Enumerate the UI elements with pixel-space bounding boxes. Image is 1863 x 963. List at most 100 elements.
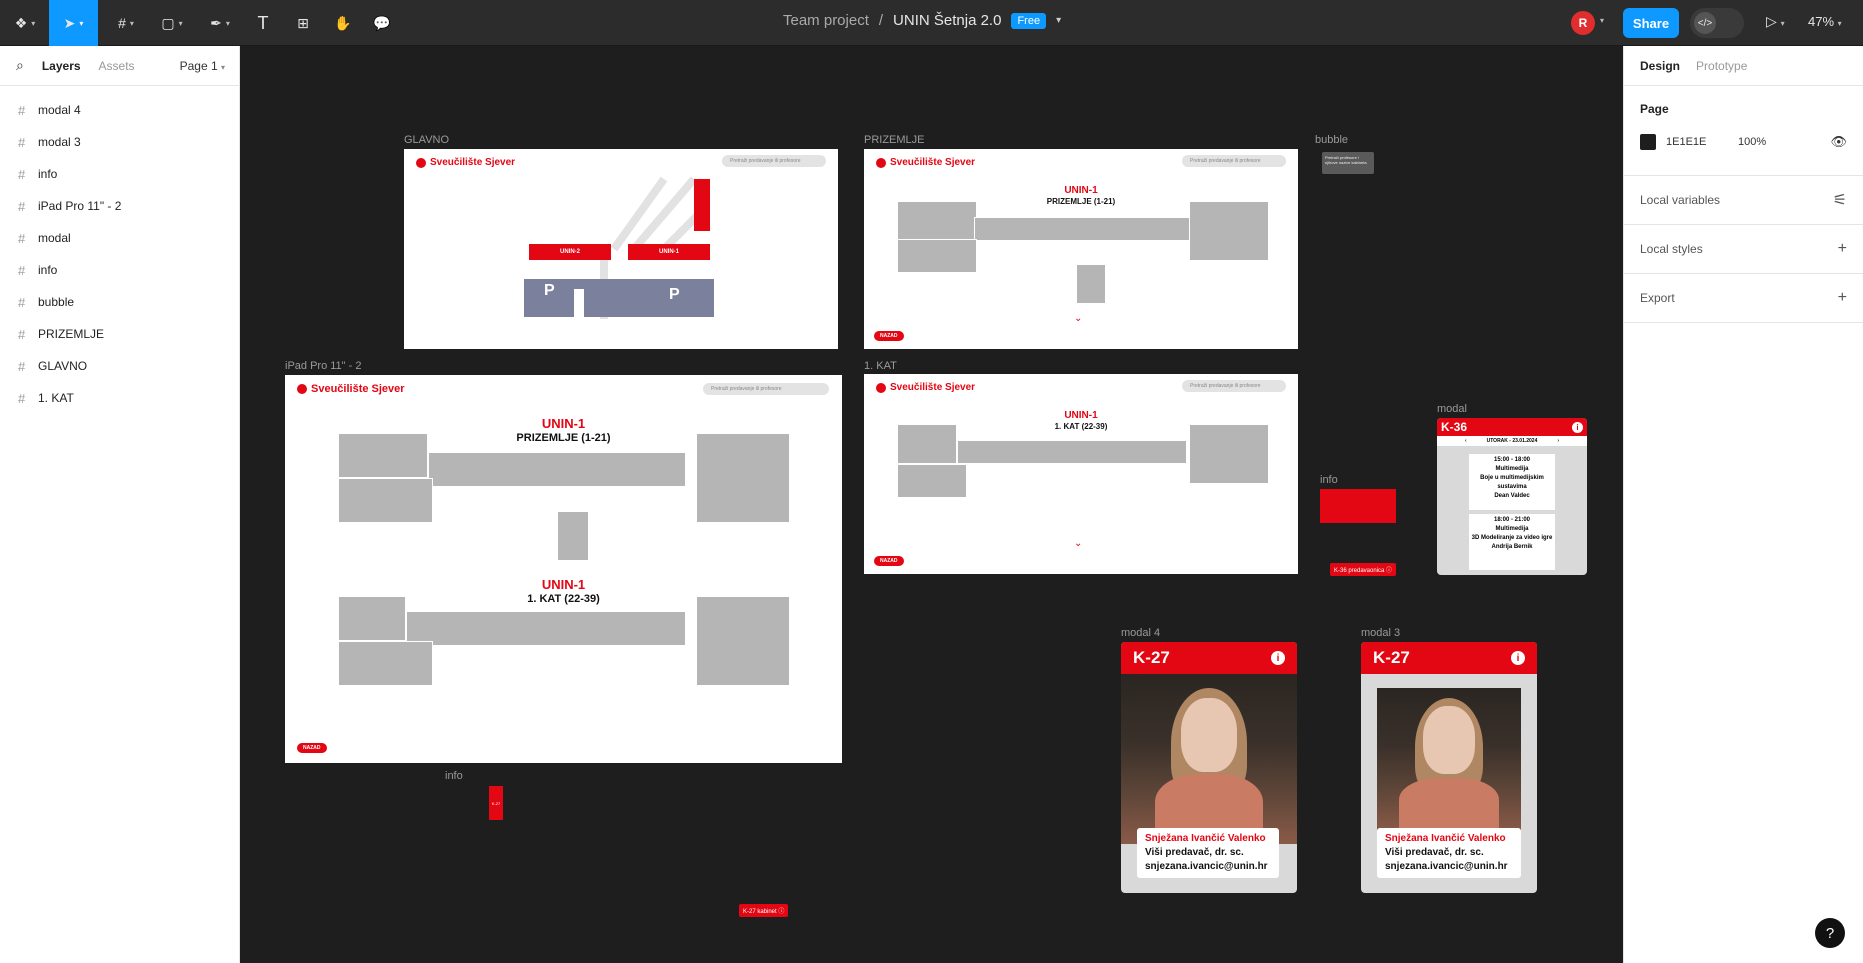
room-block[interactable] bbox=[338, 478, 433, 523]
move-tool-icon[interactable]: ➤ ▾ bbox=[49, 0, 98, 46]
room-block[interactable] bbox=[428, 452, 686, 487]
profile-modal-4[interactable]: K-27 i Snježana Ivančić Valenko Viši pred… bbox=[1121, 642, 1297, 893]
plan-badge[interactable]: Free bbox=[1011, 12, 1047, 29]
room-block[interactable] bbox=[696, 596, 790, 686]
room-block[interactable] bbox=[1189, 201, 1269, 261]
frame-label-ipad[interactable]: iPad Pro 11" - 2 bbox=[285, 360, 361, 372]
local-variables-section[interactable]: Local variables ⚟ bbox=[1624, 176, 1863, 225]
dev-mode-toggle[interactable]: </> bbox=[1690, 8, 1744, 38]
frame-label-modal[interactable]: modal bbox=[1437, 403, 1467, 415]
search-input[interactable]: Pretraži predavanje ili profesore bbox=[703, 383, 829, 395]
schedule-slot[interactable]: 15:00 - 18:00 Multimedija Boje u multime… bbox=[1469, 454, 1555, 510]
eye-icon[interactable]: 👁 bbox=[1830, 134, 1847, 150]
layer-item[interactable]: # modal bbox=[0, 222, 239, 254]
search-icon[interactable]: ⌕ bbox=[16, 57, 24, 74]
chevron-down-icon[interactable]: ▾ bbox=[1600, 16, 1604, 25]
room-block[interactable] bbox=[557, 511, 589, 561]
room-block[interactable] bbox=[338, 596, 406, 641]
frame-label-info[interactable]: info bbox=[445, 770, 463, 782]
frame-label-modal3[interactable]: modal 3 bbox=[1361, 627, 1400, 639]
profile-modal-3[interactable]: K-27 i Snježana Ivančić Valenko Viši pred… bbox=[1361, 642, 1537, 893]
frame-ipad[interactable]: Sveučilište Sjever Pretraži predavanje i… bbox=[285, 375, 842, 763]
room-block[interactable] bbox=[897, 424, 957, 464]
color-swatch[interactable] bbox=[1640, 134, 1656, 150]
room-block[interactable] bbox=[696, 433, 790, 523]
layer-item[interactable]: # PRIZEMLJE bbox=[0, 318, 239, 350]
help-button[interactable]: ? bbox=[1815, 918, 1845, 948]
bg-hex-value[interactable]: 1E1E1E bbox=[1666, 136, 1728, 148]
resources-icon[interactable]: ⊞ bbox=[290, 0, 316, 46]
play-icon[interactable]: ▷ ▾ bbox=[1766, 13, 1785, 30]
share-button[interactable]: Share bbox=[1623, 8, 1679, 38]
chevron-down-icon[interactable]: ⌄ bbox=[1074, 313, 1082, 324]
chevron-down-icon[interactable]: ⌄ bbox=[1074, 538, 1082, 549]
back-button[interactable]: NAZAD bbox=[874, 331, 904, 341]
room-block[interactable] bbox=[897, 464, 967, 498]
room-block[interactable] bbox=[957, 440, 1187, 464]
frame-glavno[interactable]: Sveučilište Sjever Pretraži predavanje i… bbox=[404, 149, 838, 349]
frame-1-kat[interactable]: Sveučilište Sjever Pretraži predavanje i… bbox=[864, 374, 1298, 574]
export-section[interactable]: Export + bbox=[1624, 274, 1863, 323]
frame-tool-icon[interactable]: # ▾ bbox=[108, 0, 144, 46]
info-card-k36[interactable] bbox=[1320, 489, 1396, 523]
back-button[interactable]: NAZAD bbox=[297, 743, 327, 753]
search-input[interactable]: Pretraži predavanje ili profesore bbox=[1182, 380, 1286, 392]
schedule-modal[interactable]: K-36 i ‹ UTORAK - 23.01.2024 › 15:00 - 18:0… bbox=[1437, 418, 1587, 575]
chevron-down-icon[interactable]: ▾ bbox=[1056, 15, 1061, 26]
building-unin3[interactable] bbox=[694, 179, 710, 231]
room-block[interactable] bbox=[406, 611, 686, 646]
frame-label-glavno[interactable]: GLAVNO bbox=[404, 134, 449, 146]
sliders-icon[interactable]: ⚟ bbox=[1833, 190, 1847, 210]
room-block[interactable] bbox=[897, 239, 977, 273]
back-button[interactable]: NAZAD bbox=[874, 556, 904, 566]
profile-email[interactable]: snjezana.ivancic@unin.hr bbox=[1145, 860, 1271, 874]
tab-assets[interactable]: Assets bbox=[99, 59, 135, 73]
tab-layers[interactable]: Layers bbox=[42, 59, 81, 73]
layer-item[interactable]: # modal 3 bbox=[0, 126, 239, 158]
layer-item[interactable]: # GLAVNO bbox=[0, 350, 239, 382]
room-block[interactable] bbox=[338, 641, 433, 686]
comment-tool-icon[interactable]: 💬 bbox=[369, 0, 395, 46]
search-input[interactable]: Pretraži predavanje ili profesore bbox=[1182, 155, 1286, 167]
tab-design[interactable]: Design bbox=[1640, 59, 1680, 73]
frame-label-modal4[interactable]: modal 4 bbox=[1121, 627, 1160, 639]
layer-item[interactable]: # bubble bbox=[0, 286, 239, 318]
frame-label-kat[interactable]: 1. KAT bbox=[864, 360, 897, 372]
profile-email[interactable]: snjezana.ivancic@unin.hr bbox=[1385, 860, 1513, 874]
chevron-left-icon[interactable]: ‹ bbox=[1465, 438, 1467, 444]
room-block[interactable] bbox=[974, 217, 1192, 241]
room-block[interactable] bbox=[1076, 264, 1106, 304]
info-icon[interactable]: i bbox=[1572, 421, 1583, 433]
layer-item[interactable]: # iPad Pro 11" - 2 bbox=[0, 190, 239, 222]
zoom-level[interactable]: 47% ▾ bbox=[1808, 14, 1842, 29]
room-block[interactable] bbox=[1189, 424, 1269, 484]
layer-item[interactable]: #1. KAT bbox=[0, 382, 239, 414]
frame-label-info[interactable]: info bbox=[1320, 474, 1338, 486]
frame-label-bubble[interactable]: bubble bbox=[1315, 134, 1348, 146]
tab-prototype[interactable]: Prototype bbox=[1696, 59, 1747, 73]
tooltip-bubble[interactable]: Pretraži profesore i njihove nazive kabi… bbox=[1322, 152, 1374, 174]
shape-tool-icon[interactable]: ▢ ▾ bbox=[154, 0, 190, 46]
schedule-slot[interactable]: 18:00 - 21:00 Multimedija 3D Modeliranje… bbox=[1469, 514, 1555, 570]
info-icon[interactable]: i bbox=[1271, 651, 1285, 665]
info-icon[interactable]: i bbox=[1511, 651, 1525, 665]
bg-opacity-value[interactable]: 100% bbox=[1738, 136, 1766, 148]
layer-item[interactable]: # info bbox=[0, 254, 239, 286]
layer-item[interactable]: # modal 4 bbox=[0, 94, 239, 126]
plus-icon[interactable]: + bbox=[1838, 289, 1847, 307]
layer-item[interactable]: # info bbox=[0, 158, 239, 190]
building-unin2[interactable]: UNIN-2 bbox=[529, 244, 611, 260]
k27-label-chip[interactable]: K-27 kabinet ⓘ bbox=[739, 904, 789, 917]
chevron-right-icon[interactable]: › bbox=[1557, 438, 1559, 444]
text-tool-icon[interactable]: T bbox=[250, 0, 276, 46]
file-name[interactable]: UNIN Šetnja 2.0 bbox=[893, 12, 1001, 29]
room-block[interactable] bbox=[338, 433, 428, 478]
avatar[interactable]: R bbox=[1571, 11, 1595, 35]
room-block[interactable] bbox=[897, 201, 977, 241]
team-name[interactable]: Team project bbox=[783, 12, 869, 29]
frame-prizemlje[interactable]: Sveučilište Sjever Pretraži predavanje i… bbox=[864, 149, 1298, 349]
local-styles-section[interactable]: Local styles + bbox=[1624, 225, 1863, 274]
canvas[interactable]: GLAVNO Sveučilište Sjever Pretraži preda… bbox=[240, 46, 1623, 963]
info-card-k27[interactable]: K-27 bbox=[489, 786, 503, 820]
hand-tool-icon[interactable]: ✋ bbox=[330, 0, 356, 46]
